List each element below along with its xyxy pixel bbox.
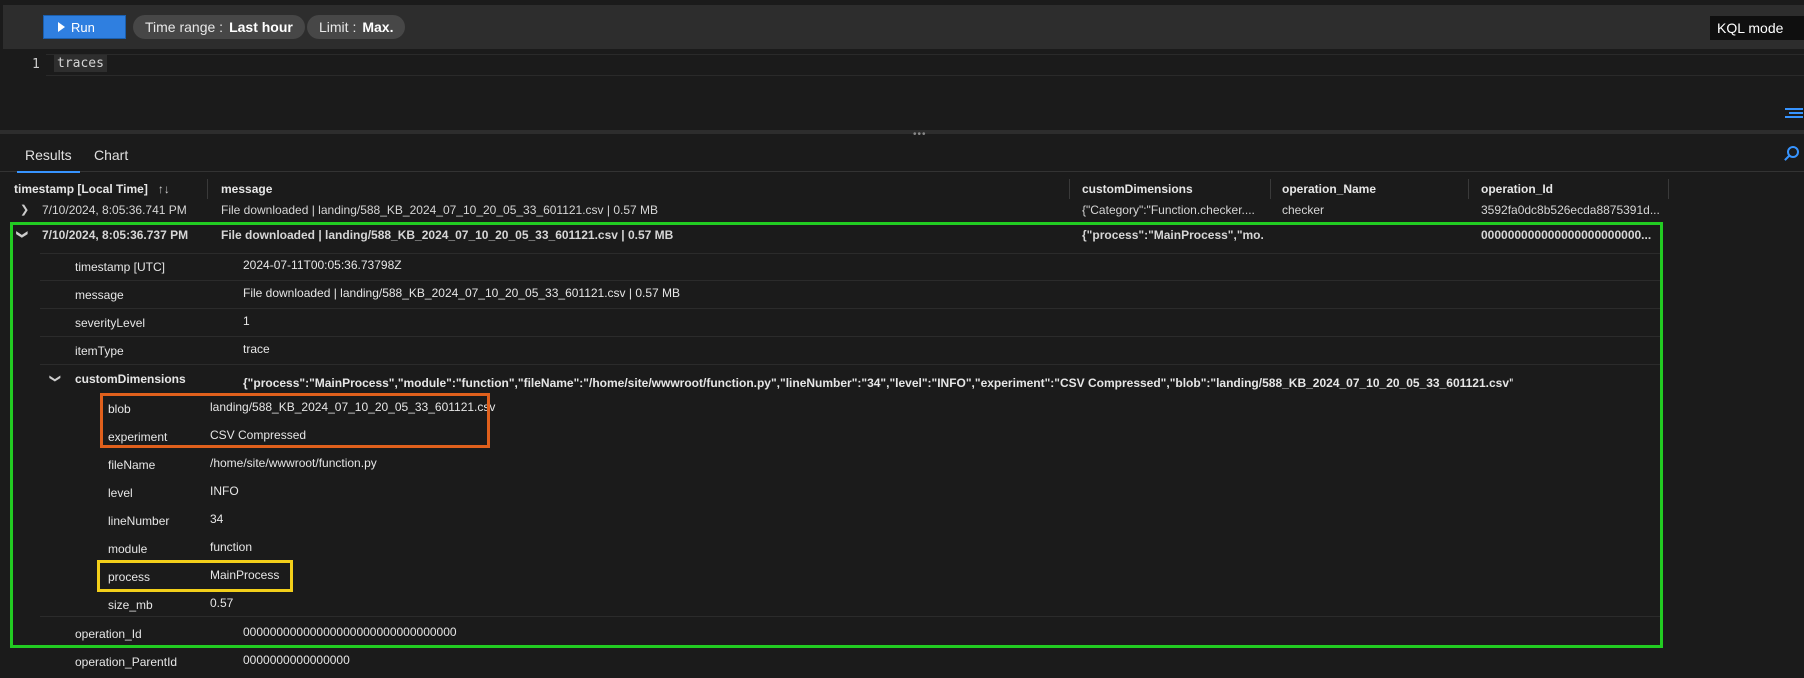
detail-label-operation-parentid: operation_ParentId (75, 655, 178, 669)
cell-operation-id: 3592fa0dc8b526ecda8875391d... (1481, 203, 1660, 217)
query-text[interactable]: traces (54, 55, 107, 72)
yellow-highlight-box (97, 560, 293, 592)
detail-value-operation-parentid: 0000000000000000 (243, 653, 350, 667)
line-number: 1 (32, 57, 40, 72)
sort-icon[interactable]: ↑↓ (158, 182, 170, 196)
time-range-value: Last hour (229, 19, 293, 35)
limit-label: Limit : (319, 19, 357, 35)
column-header-message[interactable]: message (221, 182, 272, 196)
column-divider[interactable] (1270, 179, 1271, 199)
cell-operation-name: checker (1282, 203, 1325, 217)
column-header-timestamp[interactable]: timestamp [Local Time] ↑↓ (14, 182, 170, 196)
column-header-timestamp-label: timestamp [Local Time] (14, 182, 148, 196)
column-divider[interactable] (1069, 179, 1070, 199)
orange-highlight-box (100, 393, 490, 448)
time-range-label: Time range : (145, 19, 224, 35)
tab-results[interactable]: Results (17, 147, 80, 173)
column-header-operation-name[interactable]: operation_Name (1282, 182, 1376, 196)
run-button[interactable]: Run (43, 15, 126, 39)
results-tabs: Results Chart (0, 135, 1804, 173)
run-label: Run (71, 19, 95, 35)
query-toolbar: Run Time range : Last hour Limit : Max. (3, 5, 1804, 49)
column-header-customdimensions[interactable]: customDimensions (1082, 182, 1193, 196)
column-divider[interactable] (1668, 179, 1669, 199)
table-row[interactable]: ❯ 7/10/2024, 8:05:36.741 PM File downloa… (0, 203, 1670, 221)
column-header-operation-id[interactable]: operation_Id (1481, 182, 1553, 196)
query-editor[interactable]: 1 traces (0, 50, 1804, 130)
pane-splitter[interactable] (0, 130, 1804, 134)
play-icon (58, 22, 65, 32)
limit-button[interactable]: Limit : Max. (307, 15, 406, 39)
chevron-right-icon[interactable]: ❯ (20, 203, 29, 216)
cell-customdimensions: {"Category":"Function.checker.... (1082, 203, 1255, 217)
kql-mode-dropdown[interactable]: KQL mode (1710, 16, 1804, 40)
tab-chart[interactable]: Chart (94, 147, 128, 163)
column-header-row: timestamp [Local Time] ↑↓ message customD… (0, 179, 1804, 199)
format-query-icon[interactable] (1785, 108, 1803, 122)
time-range-button[interactable]: Time range : Last hour (133, 15, 305, 39)
cell-message: File downloaded | landing/588_KB_2024_07… (221, 203, 659, 217)
limit-value: Max. (362, 19, 394, 35)
search-icon[interactable] (1787, 146, 1799, 158)
column-divider[interactable] (207, 179, 208, 199)
current-line-highlight (46, 54, 1804, 76)
cell-timestamp: 7/10/2024, 8:05:36.741 PM (42, 203, 187, 217)
column-divider[interactable] (1468, 179, 1469, 199)
